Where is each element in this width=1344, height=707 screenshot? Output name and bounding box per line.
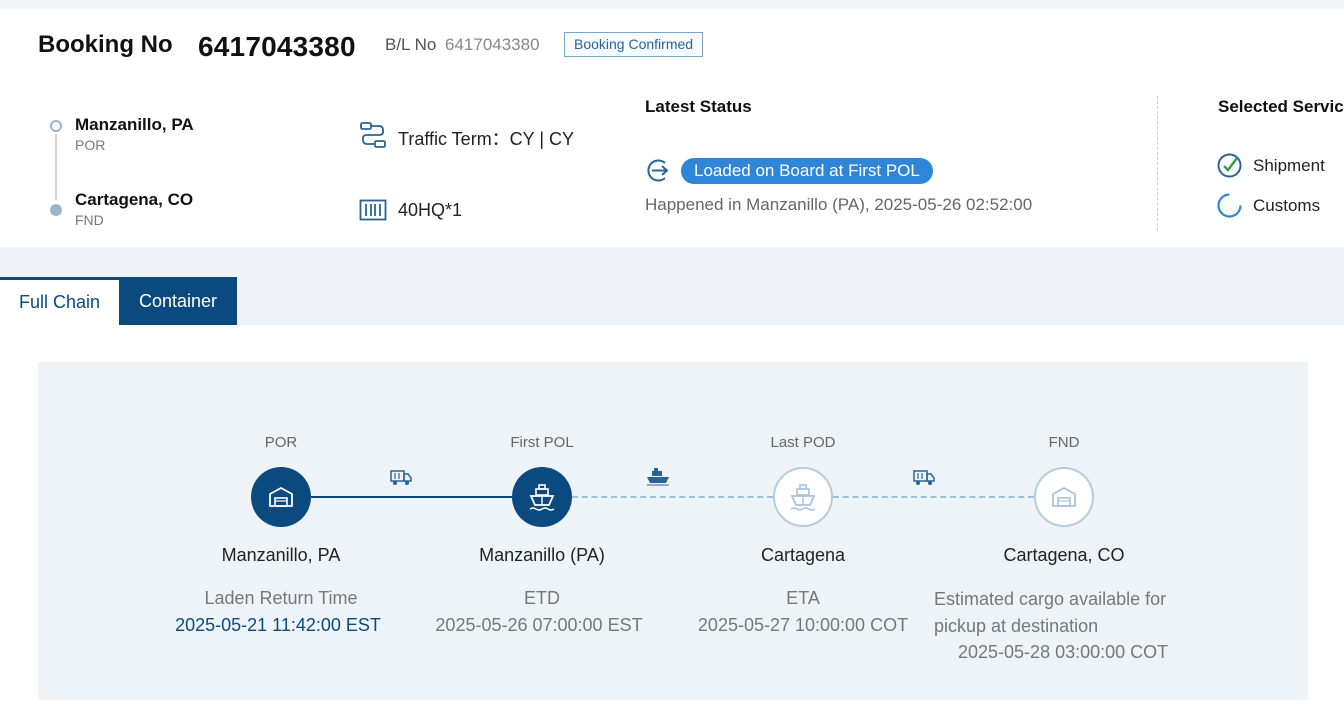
node-pol-circle xyxy=(512,467,572,527)
vessel-icon xyxy=(647,468,669,486)
node-pod-name: Cartagena xyxy=(760,545,846,565)
booking-no-label: Booking No xyxy=(38,31,173,58)
origin-name: Manzanillo, PA xyxy=(75,115,194,134)
route-line xyxy=(55,134,57,200)
segment-pod-fnd xyxy=(833,496,1034,498)
node-pod-time: 2025-05-27 10:00:00 COT xyxy=(697,615,909,635)
node-por-time: 2025-05-21 11:42:00 EST xyxy=(175,615,381,635)
node-por-circle xyxy=(251,467,311,527)
node-fnd-name: Cartagena, CO xyxy=(1003,545,1125,565)
container-spec: 40HQ*1 xyxy=(398,200,463,220)
node-por-name: Manzanillo, PA xyxy=(221,545,341,565)
status-badge: Booking Confirmed xyxy=(564,32,704,57)
latest-status-happened: Happened in Manzanillo (PA), 2025-05-26 … xyxy=(645,195,1033,214)
warehouse-icon xyxy=(1052,486,1076,507)
node-pod-label: Last POD xyxy=(770,434,836,451)
origin-dot-icon xyxy=(50,120,62,132)
origin-type: POR xyxy=(75,137,106,153)
bl-number: 6417043380 xyxy=(445,35,540,54)
loading-circle-icon xyxy=(1217,193,1242,218)
latest-status-pill: Loaded on Board at First POL xyxy=(681,158,933,184)
node-fnd-circle xyxy=(1034,467,1094,527)
container-icon xyxy=(359,199,387,221)
node-pol-sub: ETD xyxy=(524,588,560,608)
node-fnd-sub: Estimated cargo available for pickup at … xyxy=(934,589,1167,636)
top-strip xyxy=(0,0,1344,9)
destination-name: Cartagena, CO xyxy=(75,190,194,209)
node-pod-circle xyxy=(773,467,833,527)
traffic-term: Traffic Term：CY | CY xyxy=(398,129,575,149)
service-customs: Customs xyxy=(1216,192,1320,219)
node-fnd-time: 2025-05-28 03:00:00 COT xyxy=(958,642,1169,662)
node-pol-label: First POL xyxy=(510,434,574,451)
destination-dot-icon xyxy=(50,204,62,216)
truck-icon xyxy=(913,470,935,485)
node-fnd-label: FND xyxy=(1048,434,1080,451)
node-por-sub: Laden Return Time xyxy=(204,588,358,608)
selected-services-title: Selected Servic xyxy=(1218,97,1344,116)
segment-pol-pod xyxy=(572,496,773,498)
traffic-term-icon xyxy=(360,122,386,148)
latest-status-title: Latest Status xyxy=(645,97,752,116)
tab-container[interactable]: Container xyxy=(119,277,237,325)
header-divider xyxy=(1157,96,1158,231)
loaded-on-board-icon xyxy=(647,159,669,182)
segment-por-pol xyxy=(311,496,512,498)
check-circle-icon xyxy=(1217,153,1242,178)
ship-icon xyxy=(790,484,816,511)
destination-type: FND xyxy=(75,212,104,228)
node-pod-sub: ETA xyxy=(786,588,820,608)
service-customs-label: Customs xyxy=(1253,195,1321,215)
node-pol-name: Manzanillo (PA) xyxy=(479,545,605,565)
bl-no-label: B/L No xyxy=(385,35,437,54)
node-por-label: POR xyxy=(264,434,298,451)
warehouse-icon xyxy=(269,486,293,507)
tab-full-chain[interactable]: Full Chain xyxy=(0,277,119,325)
service-shipment: Shipment xyxy=(1216,152,1325,179)
node-pol-time: 2025-05-26 07:00:00 EST xyxy=(435,615,643,635)
service-shipment-label: Shipment xyxy=(1253,155,1325,175)
ship-icon xyxy=(529,484,555,511)
truck-icon xyxy=(390,470,412,485)
booking-number: 6417043380 xyxy=(198,31,356,62)
